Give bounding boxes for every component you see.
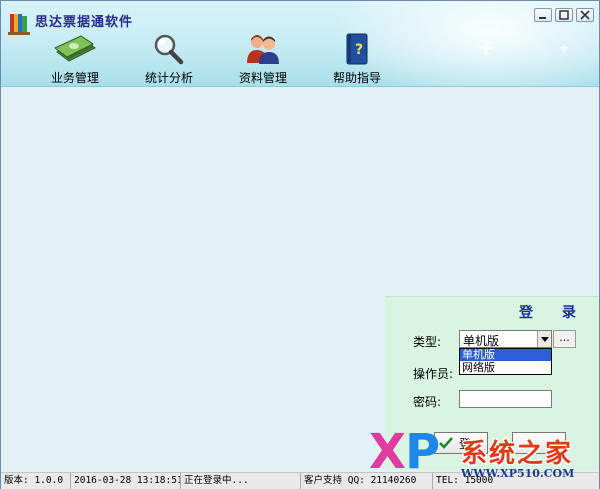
more-options-button[interactable]: ... [553,330,576,348]
watermark-logo: X P 系统之家 WWW.XP510.COM [369,427,600,485]
minimize-icon [539,17,546,19]
minimize-button[interactable] [534,8,552,22]
window-controls [534,8,594,22]
toolbar-data-management[interactable]: 资料管理 [216,31,310,86]
type-select[interactable]: 单机版 [459,330,552,348]
toolbar-label: 资料管理 [238,71,287,85]
watermark-p: P [405,424,441,480]
maximize-button[interactable] [555,8,573,22]
sparkle-decoration [559,43,569,53]
password-label: 密码: [413,395,442,409]
sparkle-decoration [479,41,493,55]
app-title: 思达票据通软件 [35,15,134,30]
watermark-x: X [369,424,407,480]
toolbar-label: 帮助指导 [332,71,381,85]
title-bar: 思达票据通软件 业务管理 统计分析 资料管理 ? 帮助指导 [1,1,599,87]
people-icon [246,31,280,67]
maximize-icon [559,10,569,20]
type-dropdown-list: 单机版 网络版 [459,348,552,375]
toolbar-help-guide[interactable]: ? 帮助指导 [310,31,404,86]
dropdown-option-standalone[interactable]: 单机版 [460,349,551,361]
status-datetime: 2016-03-28 13:18:51 [71,473,181,489]
toolbar-statistics-analysis[interactable]: 统计分析 [122,31,216,86]
watermark-url: WWW.XP510.COM [461,467,575,480]
svg-text:?: ? [355,42,363,58]
chevron-down-icon[interactable] [537,331,551,347]
type-label: 类型: [413,335,442,349]
help-book-icon: ? [344,31,370,67]
app-window: 思达票据通软件 业务管理 统计分析 资料管理 ? 帮助指导 登 录 类型: 单机… [0,0,600,489]
login-title: 登 录 [519,305,588,321]
status-message: 正在登录中... [181,473,301,489]
toolbar-label: 统计分析 [144,71,193,85]
dropdown-option-network[interactable]: 网络版 [460,362,551,374]
type-select-value: 单机版 [463,334,500,348]
close-button[interactable] [576,8,594,22]
password-input[interactable] [459,390,552,408]
status-version: 版本: 1.0.0 [1,473,71,489]
app-logo-icon [8,10,30,36]
magnifier-icon [152,31,186,67]
main-toolbar: 业务管理 统计分析 资料管理 ? 帮助指导 [28,31,404,86]
money-icon [53,31,97,67]
toolbar-business-management[interactable]: 业务管理 [28,31,122,86]
watermark-name: 系统之家 [461,439,574,469]
operator-label: 操作员: [413,367,454,381]
toolbar-label: 业务管理 [50,71,99,85]
close-icon [580,10,590,20]
